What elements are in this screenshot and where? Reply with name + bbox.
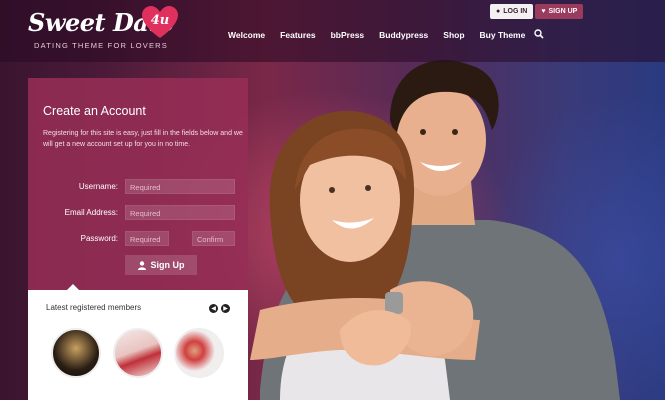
member-avatar[interactable]: [174, 328, 224, 378]
username-label: Username:: [78, 182, 118, 191]
user-icon: [137, 260, 146, 270]
login-label: LOG IN: [503, 8, 528, 15]
main-nav: Welcome Features bbPress Buddypress Shop…: [228, 29, 544, 40]
nav-item-buddypress[interactable]: Buddypress: [379, 30, 428, 40]
couple-photo: [250, 60, 620, 400]
arrow-right-icon[interactable]: ▶: [221, 304, 230, 313]
logo-tagline: DATING THEME FOR LOVERS: [34, 41, 169, 50]
password-label: Password:: [80, 234, 118, 243]
site-logo[interactable]: Sweet Date 4u DATING THEME FOR LOVERS: [28, 6, 178, 50]
heart-icon: 4u: [142, 6, 178, 40]
password-input[interactable]: Required: [125, 231, 169, 246]
member-avatar[interactable]: [113, 328, 163, 378]
header-bar: Sweet Date 4u DATING THEME FOR LOVERS ● …: [0, 0, 665, 62]
registration-panel: Create an Account Registering for this s…: [28, 78, 248, 290]
signup-submit-button[interactable]: Sign Up: [125, 255, 197, 275]
heart-icon: ♥: [541, 8, 546, 15]
members-carousel-controls: ◀ ▶: [209, 304, 230, 313]
email-label: Email Address:: [64, 208, 118, 217]
signup-label: SIGN UP: [548, 8, 578, 15]
username-input[interactable]: Required: [125, 179, 235, 194]
nav-item-features[interactable]: Features: [280, 30, 315, 40]
auth-buttons: ● LOG IN ♥ SIGN UP: [490, 4, 584, 19]
signup-submit-label: Sign Up: [150, 260, 185, 270]
form-title: Create an Account: [43, 104, 146, 118]
login-button[interactable]: ● LOG IN: [490, 4, 534, 19]
member-avatar[interactable]: [51, 328, 101, 378]
panel-notch: [66, 284, 80, 291]
nav-item-shop[interactable]: Shop: [443, 30, 464, 40]
arrow-left-icon[interactable]: ◀: [209, 304, 218, 313]
signup-top-button[interactable]: ♥ SIGN UP: [535, 4, 584, 19]
members-title: Latest registered members: [46, 303, 142, 312]
user-icon: ●: [496, 8, 501, 15]
members-panel: Latest registered members ◀ ▶: [28, 284, 248, 400]
logo-badge: 4u: [150, 13, 170, 28]
confirm-password-input[interactable]: Confirm: [192, 231, 235, 246]
nav-item-welcome[interactable]: Welcome: [228, 30, 265, 40]
nav-item-buy-theme[interactable]: Buy Theme: [480, 30, 526, 40]
nav-item-bbpress[interactable]: bbPress: [331, 30, 365, 40]
search-icon[interactable]: [534, 29, 544, 39]
form-intro: Registering for this site is easy, just …: [43, 130, 243, 148]
email-input[interactable]: Required: [125, 205, 235, 220]
